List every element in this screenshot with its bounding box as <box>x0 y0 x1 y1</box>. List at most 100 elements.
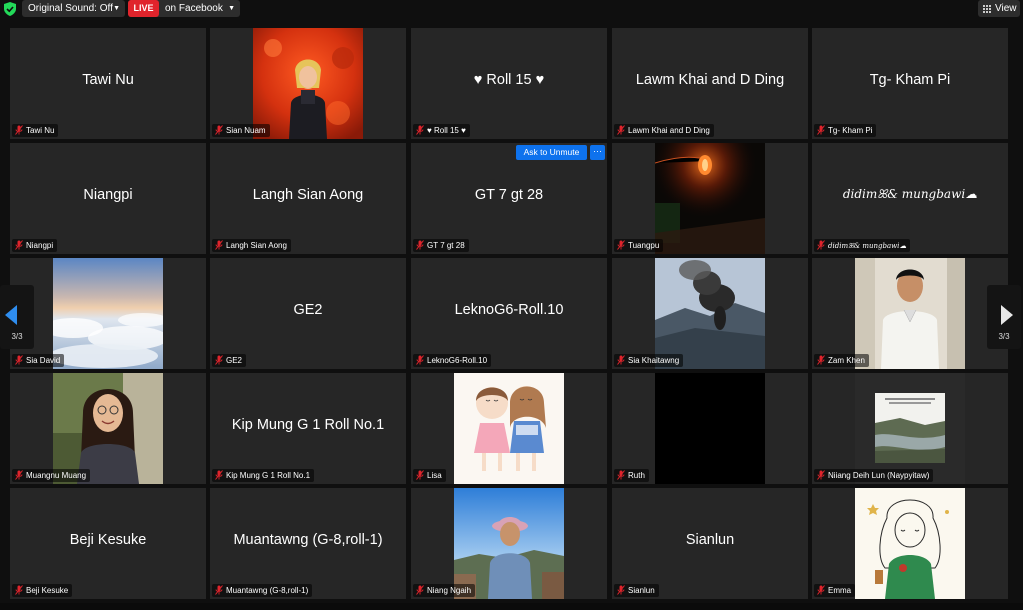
mic-muted-icon <box>215 355 223 365</box>
participant-name: Niangpi <box>26 241 54 250</box>
participant-display-name: LeknoG6-Roll.10 <box>454 302 564 318</box>
mic-muted-icon <box>416 355 424 365</box>
participant-display-name: Muantawng (G-8,roll-1) <box>233 532 383 548</box>
participant-name: Niang Ngaih <box>427 586 472 595</box>
participant-tile[interactable]: Sia David <box>10 258 206 369</box>
participant-tile[interactable]: Lisa <box>411 373 607 484</box>
participant-tile[interactable]: LeknoG6-Roll.10 LeknoG6-Roll.10 <box>411 258 607 369</box>
participant-tile[interactable]: GE2 GE2 <box>210 258 406 369</box>
participant-name: didimꕤ& mungbawi☁ <box>828 242 907 250</box>
mic-muted-icon <box>15 355 23 365</box>
participant-display-name: GE2 <box>293 302 323 318</box>
participant-video <box>855 258 965 369</box>
mic-muted-icon <box>215 125 223 135</box>
participant-name-label: Sia David <box>12 354 65 367</box>
ask-to-unmute-button[interactable]: Ask to Unmute <box>516 145 587 160</box>
live-stream-button[interactable]: LIVE on Facebook ▼ <box>128 0 240 17</box>
bottom-toolbar-edge <box>0 603 1023 610</box>
shield-icon[interactable] <box>4 2 16 16</box>
grid-icon <box>983 5 991 13</box>
participant-video <box>855 488 965 599</box>
participant-name-label: Ruth <box>614 469 649 482</box>
mic-muted-icon <box>617 355 625 365</box>
participant-name-label: Niangpi <box>12 239 58 252</box>
live-destination-label: on Facebook <box>165 3 223 14</box>
participant-tile[interactable]: ♥ Roll 15 ♥ ♥ Roll 15 ♥ <box>411 28 607 139</box>
participant-tile[interactable]: Sian Nuam <box>210 28 406 139</box>
participant-name: GT 7 gt 28 <box>427 241 465 250</box>
page-count: 3/3 <box>11 332 23 341</box>
participant-tile[interactable]: Langh Sian Aong Langh Sian Aong <box>210 143 406 254</box>
participant-tile[interactable]: Niangpi Niangpi <box>10 143 206 254</box>
chevron-right-icon <box>1001 305 1013 325</box>
participant-name-label: Beji Kesuke <box>12 584 73 597</box>
participant-video <box>454 488 564 599</box>
participant-name: LeknoG6-Roll.10 <box>427 356 488 365</box>
participant-tile[interactable]: Sianlun Sianlun <box>612 488 808 599</box>
original-sound-button[interactable]: Original Sound: Off ▼ <box>22 0 125 17</box>
mic-muted-icon <box>817 240 825 250</box>
participant-display-name: Langh Sian Aong <box>252 187 364 203</box>
participant-name: Niiang Deih Lun (Naypyitaw) <box>828 471 930 480</box>
participant-name-label: ♥ Roll 15 ♥ <box>413 124 470 137</box>
previous-page-button[interactable]: 3/3 <box>0 285 34 349</box>
participant-video <box>855 373 965 484</box>
participant-tile[interactable]: Tuangpu <box>612 143 808 254</box>
participant-video <box>454 373 564 484</box>
participant-name: ♥ Roll 15 ♥ <box>427 126 466 135</box>
more-options-button[interactable]: ··· <box>590 145 605 160</box>
mic-muted-icon <box>15 470 23 480</box>
participant-name-label: Kip Mung G 1 Roll No.1 <box>212 469 315 482</box>
mic-muted-icon <box>416 585 424 595</box>
participant-name-label: Niang Ngaih <box>413 584 476 597</box>
chevron-down-icon: ▼ <box>228 5 235 12</box>
participant-display-name: Tawi Nu <box>82 72 134 88</box>
participant-tile[interactable]: Lawm Khai and D Ding Lawm Khai and D Ding <box>612 28 808 139</box>
mic-muted-icon <box>817 355 825 365</box>
participant-tile[interactable]: Ruth <box>612 373 808 484</box>
mic-muted-icon <box>817 585 825 595</box>
participant-tile[interactable]: Muantawng (G-8,roll-1) Muantawng (G-8,rol… <box>210 488 406 599</box>
mic-muted-icon <box>817 125 825 135</box>
participant-name: Sianlun <box>628 586 655 595</box>
participant-tile[interactable]: Kip Mung G 1 Roll No.1 Kip Mung G 1 Roll … <box>210 373 406 484</box>
participant-tile[interactable]: Niiang Deih Lun (Naypyitaw) <box>812 373 1008 484</box>
next-page-button[interactable]: 3/3 <box>987 285 1021 349</box>
participant-name-label: Sian Nuam <box>212 124 270 137</box>
participant-tile[interactable]: Emma <box>812 488 1008 599</box>
participant-display-name: Tg- Kham Pi <box>869 72 951 88</box>
participant-video <box>53 258 163 369</box>
participant-name-label: Lisa <box>413 469 446 482</box>
participant-name-label: Sianlun <box>614 584 659 597</box>
mic-muted-icon <box>215 585 223 595</box>
participant-name: Sia David <box>26 356 61 365</box>
participant-name-label: Muantawng (G-8,roll-1) <box>212 584 313 597</box>
participant-name: Beji Kesuke <box>26 586 69 595</box>
participant-tile[interactable]: Beji Kesuke Beji Kesuke <box>10 488 206 599</box>
participant-name: Muantawng (G-8,roll-1) <box>226 586 309 595</box>
participant-tile[interactable]: didimꕤ& mungbawi☁ didimꕤ& mungbawi☁ <box>812 143 1008 254</box>
participant-tile[interactable]: Muangnu Muang <box>10 373 206 484</box>
mic-muted-icon <box>617 470 625 480</box>
mic-muted-icon <box>215 470 223 480</box>
participant-name-label: GE2 <box>212 354 247 367</box>
participant-name-label: GT 7 gt 28 <box>413 239 469 252</box>
participant-tile[interactable]: Zam Khen <box>812 258 1008 369</box>
participant-name-label: Lawm Khai and D Ding <box>614 124 714 137</box>
participant-name: Sia Khaitawng <box>628 356 680 365</box>
mic-muted-icon <box>617 585 625 595</box>
participant-video <box>655 258 765 369</box>
participant-tile[interactable]: Tawi Nu Tawi Nu <box>10 28 206 139</box>
view-button[interactable]: View <box>978 0 1020 17</box>
participant-tile[interactable]: Sia Khaitawng <box>612 258 808 369</box>
mic-muted-icon <box>416 125 424 135</box>
original-sound-label: Original Sound: Off <box>28 3 113 14</box>
participant-name-label: Langh Sian Aong <box>212 239 291 252</box>
participant-display-name: Niangpi <box>83 187 133 203</box>
participant-name: Tuangpu <box>628 241 660 250</box>
mic-muted-icon <box>416 240 424 250</box>
page-count: 3/3 <box>998 332 1010 341</box>
participant-tile[interactable]: Niang Ngaih <box>411 488 607 599</box>
participant-tile[interactable]: Tg- Kham Pi Tg- Kham Pi <box>812 28 1008 139</box>
mic-muted-icon <box>15 585 23 595</box>
